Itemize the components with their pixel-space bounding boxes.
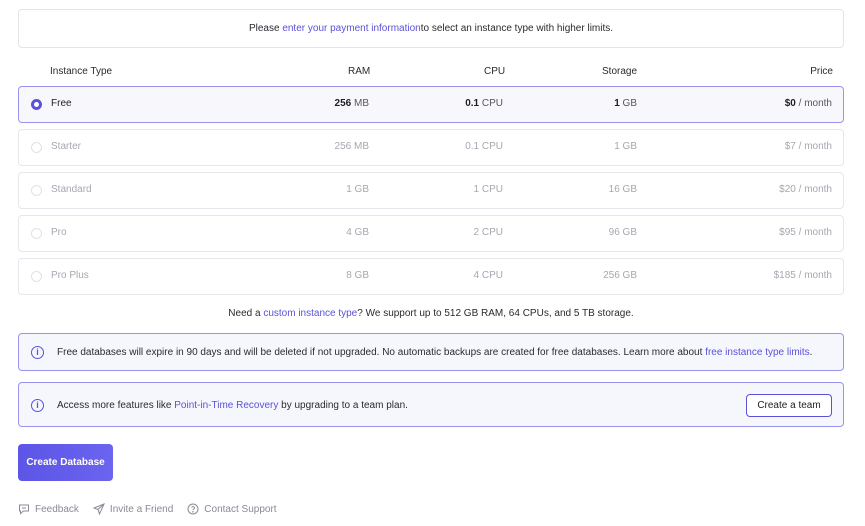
- create-database-button[interactable]: Create Database: [18, 444, 113, 481]
- team-info-suffix: by upgrading to a team plan.: [278, 400, 408, 411]
- chat-bubble-icon: [19, 504, 29, 515]
- free-info-text: Free databases will expire in 90 days an…: [57, 347, 706, 358]
- instance-name: Starter: [51, 141, 82, 152]
- payment-banner-prefix: Please: [248, 23, 280, 34]
- storage-unit: GB: [619, 227, 637, 238]
- header-price: Price: [810, 66, 833, 77]
- cpu-unit: CPU: [479, 227, 503, 238]
- help-circle-icon: [187, 503, 199, 515]
- payment-banner-suffix: to select an instance type with higher l…: [420, 23, 614, 34]
- custom-instance-link[interactable]: custom instance type: [263, 308, 357, 319]
- info-icon: i: [31, 399, 44, 412]
- cpu-unit: CPU: [479, 98, 503, 109]
- payment-banner: Please enter your payment information to…: [18, 9, 844, 48]
- ram-unit: GB: [351, 270, 369, 281]
- cpu-value: 0.1: [465, 141, 480, 152]
- invite-label: Invite a Friend: [109, 503, 174, 515]
- ram-unit: MB: [351, 141, 369, 152]
- ram-unit: GB: [351, 227, 369, 238]
- info-icon: i: [31, 346, 44, 359]
- instance-name: Standard: [51, 184, 92, 195]
- storage-unit: GB: [619, 270, 637, 281]
- price-unit: / month: [795, 227, 832, 238]
- price-value: $20: [779, 184, 796, 195]
- price-unit: / month: [795, 141, 832, 152]
- instance-radio-pro[interactable]: [31, 228, 42, 239]
- storage-value: 96: [608, 227, 620, 238]
- instance-radio-starter[interactable]: [31, 142, 42, 153]
- instance-row-pro-plus[interactable]: Pro Plus 8 GB 4 CPU 256 GB $185 / month: [18, 258, 844, 295]
- price-unit: / month: [795, 270, 832, 281]
- instance-row-pro[interactable]: Pro 4 GB 2 CPU 96 GB $95 / month: [18, 215, 844, 252]
- payment-info-link[interactable]: enter your payment information: [282, 23, 420, 34]
- instance-radio-standard[interactable]: [31, 185, 42, 196]
- price-unit: / month: [795, 98, 832, 109]
- feedback-link[interactable]: Feedback: [18, 503, 79, 515]
- instance-radio-pro-plus[interactable]: [31, 271, 42, 282]
- price-value: $95: [779, 227, 796, 238]
- custom-instance-note: Need a custom instance type? We support …: [18, 308, 844, 319]
- cpu-unit: CPU: [479, 184, 503, 195]
- create-team-button[interactable]: Create a team: [746, 394, 832, 417]
- instance-radio-free[interactable]: [31, 99, 42, 110]
- header-cpu: CPU: [484, 66, 506, 77]
- header-ram: RAM: [348, 66, 371, 77]
- cpu-value: 0.1: [465, 98, 480, 109]
- instance-row-free[interactable]: Free 256 MB 0.1 CPU 1 GB $0 / month: [18, 86, 844, 123]
- support-label: Contact Support: [204, 503, 277, 515]
- team-plan-info: i Access more features like Point-in-Tim…: [18, 382, 844, 427]
- free-info-suffix: .: [809, 347, 813, 358]
- price-unit: / month: [795, 184, 832, 195]
- storage-value: 256: [603, 270, 620, 281]
- invite-friend-link[interactable]: Invite a Friend: [92, 503, 174, 515]
- storage-unit: GB: [619, 98, 637, 109]
- contact-support-link[interactable]: Contact Support: [187, 503, 277, 515]
- instance-row-starter[interactable]: Starter 256 MB 0.1 CPU 1 GB $7 / month: [18, 129, 844, 166]
- ram-value: 256: [334, 141, 352, 152]
- price-value: $185: [773, 270, 796, 281]
- ram-value: 256: [334, 98, 352, 109]
- instance-name: Free: [51, 98, 72, 109]
- instance-table-header: Instance Type RAM CPU Storage Price: [18, 66, 844, 80]
- ram-unit: GB: [351, 184, 369, 195]
- ram-unit: MB: [351, 98, 369, 109]
- storage-unit: GB: [619, 141, 637, 152]
- team-info-prefix: Access more features like: [57, 400, 175, 411]
- price-value: $7: [784, 141, 796, 152]
- pitr-link[interactable]: Point-in-Time Recovery: [174, 400, 278, 411]
- cpu-unit: CPU: [479, 270, 503, 281]
- instance-row-standard[interactable]: Standard 1 GB 1 CPU 16 GB $20 / month: [18, 172, 844, 209]
- custom-note-suffix: ? We support up to 512 GB RAM, 64 CPUs, …: [357, 308, 634, 319]
- header-instance-type: Instance Type: [50, 66, 113, 77]
- custom-note-prefix: Need a: [228, 308, 264, 319]
- free-limits-link[interactable]: free instance type limits: [705, 347, 810, 358]
- instance-name: Pro Plus: [51, 270, 89, 281]
- feedback-label: Feedback: [35, 503, 79, 515]
- footer-links: Feedback Invite a Friend Contact Support: [18, 503, 277, 515]
- storage-unit: GB: [619, 184, 637, 195]
- price-value: $0: [784, 98, 796, 109]
- header-storage: Storage: [602, 66, 638, 77]
- send-icon: [92, 503, 105, 515]
- cpu-unit: CPU: [479, 141, 503, 152]
- storage-value: 16: [608, 184, 620, 195]
- free-database-info: i Free databases will expire in 90 days …: [18, 333, 844, 371]
- instance-name: Pro: [51, 227, 67, 238]
